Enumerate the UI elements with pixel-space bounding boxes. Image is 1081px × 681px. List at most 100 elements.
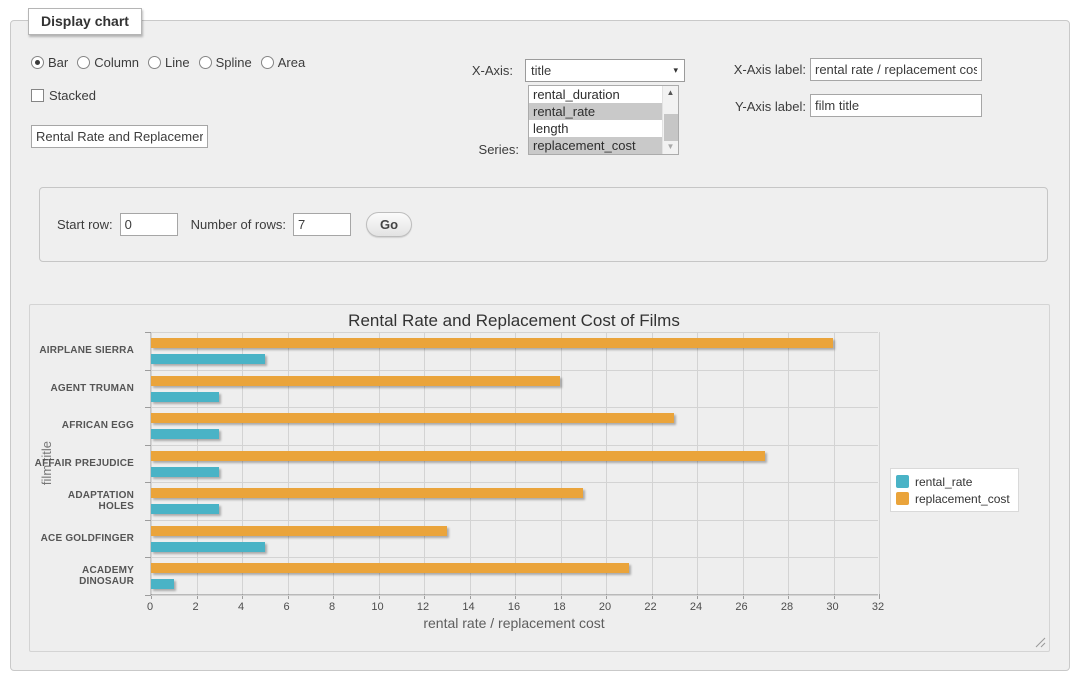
chart-type-option-label: Column — [94, 55, 139, 70]
category-label: ACADEMY DINOSAUR — [30, 557, 142, 595]
stacked-label: Stacked — [49, 88, 96, 103]
resize-handle-icon[interactable] — [1034, 636, 1046, 648]
category-band — [151, 520, 878, 558]
bar-rental_rate[interactable] — [151, 542, 265, 552]
x-tick-label: 14 — [462, 601, 474, 613]
listbox-scrollbar[interactable]: ▲ ▼ — [662, 86, 678, 154]
x-tick-label: 8 — [329, 601, 335, 613]
bar-replacement_cost[interactable] — [151, 526, 447, 536]
x-tick-label: 28 — [781, 601, 793, 613]
bar-rental_rate[interactable] — [151, 429, 219, 439]
category-label: AIRPLANE SIERRA — [30, 332, 142, 370]
scrollbar-thumb[interactable] — [664, 114, 678, 141]
legend-swatch — [896, 492, 909, 505]
radio-icon[interactable] — [199, 56, 212, 69]
bar-replacement_cost[interactable] — [151, 488, 583, 498]
page: Display chart Bar Column Line Spline Area St… — [0, 0, 1081, 681]
x-axis-selected-value: title — [531, 63, 551, 78]
rows-panel: Start row: Number of rows: Go — [39, 187, 1048, 262]
chevron-down-icon: ▾ — [673, 65, 678, 76]
start-row-label: Start row: — [57, 217, 113, 232]
x-tick-label: 20 — [599, 601, 611, 613]
category-band — [151, 332, 878, 370]
category-label: AGENT TRUMAN — [30, 370, 142, 408]
bar-replacement_cost[interactable] — [151, 338, 833, 348]
plot-area — [150, 332, 878, 595]
start-row-input[interactable] — [120, 213, 178, 236]
x-axis-select[interactable]: title ▾ — [525, 59, 685, 82]
chart-type-option-area[interactable]: Area — [261, 55, 305, 70]
bar-rental_rate[interactable] — [151, 579, 174, 589]
category-band — [151, 370, 878, 408]
series-option-replacement_cost[interactable]: replacement_cost — [529, 137, 662, 154]
bar-rental_rate[interactable] — [151, 392, 219, 402]
series-listbox-options: rental_durationrental_ratelengthreplacem… — [529, 86, 662, 154]
x-tick-labels: 02468101214161820222426283032 — [150, 601, 878, 615]
series-option-rental_duration[interactable]: rental_duration — [529, 86, 662, 103]
stacked-checkbox[interactable] — [31, 89, 44, 102]
chart-type-option-spline[interactable]: Spline — [199, 55, 252, 70]
x-tick-label: 32 — [872, 601, 884, 613]
x-axis-label-field-label: X-Axis label: — [714, 62, 806, 77]
category-band — [151, 407, 878, 445]
bar-replacement_cost[interactable] — [151, 563, 629, 573]
chart-type-option-label: Bar — [48, 55, 68, 70]
series-listbox-label: Series: — [439, 142, 519, 157]
x-axis-select-label: X-Axis: — [439, 63, 513, 78]
series-option-length[interactable]: length — [529, 120, 662, 137]
x-tick-label: 30 — [826, 601, 838, 613]
category-label: AFRICAN EGG — [30, 407, 142, 445]
panel-title: Display chart — [28, 8, 142, 35]
radio-icon[interactable] — [31, 56, 44, 69]
category-band — [151, 557, 878, 595]
chart-type-option-label: Line — [165, 55, 190, 70]
go-button[interactable]: Go — [366, 212, 412, 237]
scroll-up-icon[interactable]: ▲ — [663, 86, 678, 100]
category-band — [151, 482, 878, 520]
y-axis-label-field-label: Y-Axis label: — [714, 99, 806, 114]
x-tick-label: 2 — [192, 601, 198, 613]
x-tick-label: 22 — [644, 601, 656, 613]
x-tick-label: 18 — [553, 601, 565, 613]
chart-type-option-bar[interactable]: Bar — [31, 55, 68, 70]
legend-item-replacement_cost[interactable]: replacement_cost — [896, 490, 1010, 507]
bar-replacement_cost[interactable] — [151, 376, 560, 386]
bar-rental_rate[interactable] — [151, 354, 265, 364]
series-listbox[interactable]: rental_durationrental_ratelengthreplacem… — [528, 85, 679, 155]
radio-icon[interactable] — [261, 56, 274, 69]
radio-icon[interactable] — [148, 56, 161, 69]
series-option-rental_rate[interactable]: rental_rate — [529, 103, 662, 120]
chart-type-option-label: Spline — [216, 55, 252, 70]
y-axis-label-input[interactable] — [810, 94, 982, 117]
category-band — [151, 445, 878, 483]
x-axis-title: rental rate / replacement cost — [150, 615, 878, 631]
x-axis-tick — [879, 594, 880, 599]
bar-rental_rate[interactable] — [151, 504, 219, 514]
bar-replacement_cost[interactable] — [151, 413, 674, 423]
category-label: ADAPTATION HOLES — [30, 482, 142, 520]
x-tick-label: 10 — [371, 601, 383, 613]
scroll-down-icon[interactable]: ▼ — [663, 140, 678, 154]
chart-type-option-line[interactable]: Line — [148, 55, 190, 70]
x-tick-label: 24 — [690, 601, 702, 613]
chart-type-option-column[interactable]: Column — [77, 55, 139, 70]
radio-icon[interactable] — [77, 56, 90, 69]
gridline-vertical — [879, 332, 880, 594]
chart-type-radio-group: Bar Column Line Spline Area — [31, 55, 305, 70]
gridline-horizontal — [151, 595, 878, 596]
legend-label: replacement_cost — [915, 492, 1010, 506]
chart-title-input[interactable] — [31, 125, 208, 148]
legend-label: rental_rate — [915, 475, 972, 489]
number-of-rows-input[interactable] — [293, 213, 351, 236]
stacked-option[interactable]: Stacked — [31, 88, 96, 103]
y-axis-tick — [145, 595, 151, 596]
number-of-rows-label: Number of rows: — [191, 217, 286, 232]
x-tick-label: 12 — [417, 601, 429, 613]
chart-type-option-label: Area — [278, 55, 305, 70]
legend-swatch — [896, 475, 909, 488]
bar-replacement_cost[interactable] — [151, 451, 765, 461]
legend-item-rental_rate[interactable]: rental_rate — [896, 473, 1010, 490]
x-axis-label-input[interactable] — [810, 58, 982, 81]
category-label: AFFAIR PREJUDICE — [30, 445, 142, 483]
bar-rental_rate[interactable] — [151, 467, 219, 477]
